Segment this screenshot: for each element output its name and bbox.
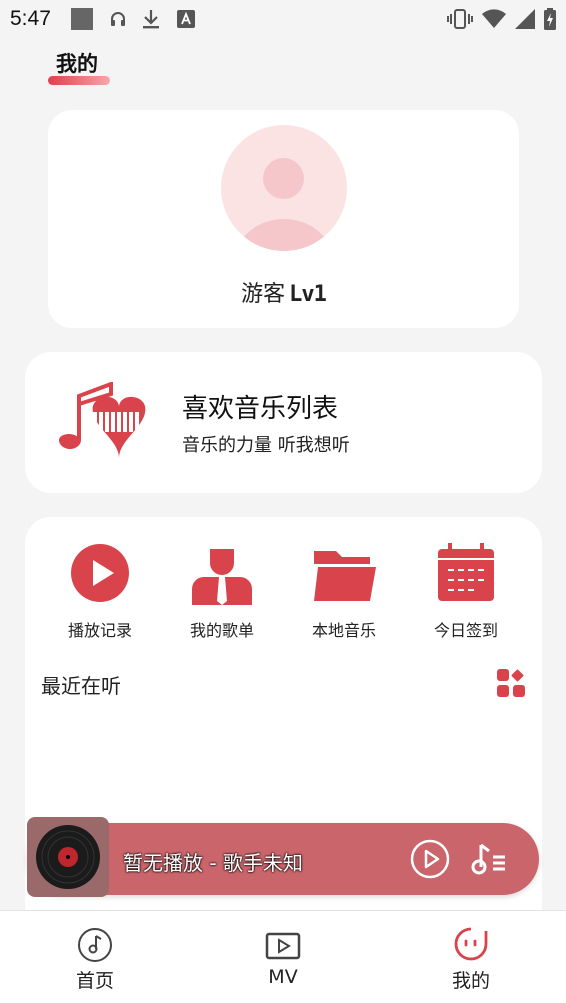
signal-icon <box>515 9 535 33</box>
download-icon <box>141 8 161 30</box>
grid-icon[interactable] <box>497 669 525 697</box>
nav-label: MV <box>268 966 298 988</box>
user-level: Lv1 <box>289 282 327 307</box>
recent-title: 最近在听 <box>41 674 121 698</box>
status-right-icons <box>447 8 556 34</box>
play-button[interactable] <box>410 839 450 879</box>
nav-label: 首页 <box>75 970 114 992</box>
favorite-subtitle: 音乐的力量 听我想听 <box>182 435 350 456</box>
nav-home[interactable]: 首页 <box>45 927 145 993</box>
status-time: 5:47 <box>10 7 51 30</box>
folder-icon <box>312 541 376 605</box>
user-tie-icon <box>190 541 254 605</box>
status-bar: 5:47 <box>0 0 566 40</box>
album-cover[interactable] <box>27 817 109 897</box>
favorite-list-card[interactable]: 喜欢音乐列表 音乐的力量 听我想听 <box>25 352 542 493</box>
music-note-icon <box>77 927 113 963</box>
smiley-icon <box>453 927 489 963</box>
feature-my-playlists[interactable]: 我的歌单 <box>162 541 282 641</box>
username: 游客 <box>241 282 286 307</box>
bottom-nav: 首页 MV 我的 <box>0 910 566 1003</box>
feature-label: 本地音乐 <box>311 621 376 640</box>
avatar[interactable] <box>221 125 347 251</box>
play-circle-icon <box>68 541 132 605</box>
nav-label: 我的 <box>451 970 490 992</box>
battery-icon <box>544 8 556 34</box>
feature-label: 今日签到 <box>433 621 498 640</box>
nav-mv[interactable]: MV <box>233 927 333 988</box>
photo-icon <box>70 8 94 30</box>
favorite-title: 喜欢音乐列表 <box>182 394 339 424</box>
username-row: 游客 Lv1 <box>48 276 519 308</box>
feature-label: 我的歌单 <box>189 621 254 640</box>
calendar-icon <box>434 541 498 605</box>
nav-mine[interactable]: 我的 <box>421 927 521 993</box>
page-title: 我的 <box>56 52 98 76</box>
video-play-icon <box>265 927 301 963</box>
feature-label: 播放记录 <box>67 621 132 640</box>
heart-piano-icon <box>55 381 149 462</box>
avatar-body <box>236 219 332 251</box>
profile-card[interactable]: 游客 Lv1 <box>48 110 519 328</box>
headphones-icon <box>108 8 128 30</box>
playlist-icon[interactable] <box>471 841 507 877</box>
title-underline <box>48 76 110 85</box>
vibrate-icon <box>447 9 473 33</box>
a-badge-icon <box>176 8 196 30</box>
avatar-head <box>263 158 304 199</box>
mini-player[interactable]: 暂无播放 - 歌手未知 <box>27 817 539 897</box>
feature-play-history[interactable]: 播放记录 <box>40 541 160 641</box>
feature-daily-checkin[interactable]: 今日签到 <box>406 541 526 641</box>
feature-local-music[interactable]: 本地音乐 <box>284 541 404 641</box>
song-title: 暂无播放 - 歌手未知 <box>123 851 303 875</box>
wifi-icon <box>482 9 506 33</box>
